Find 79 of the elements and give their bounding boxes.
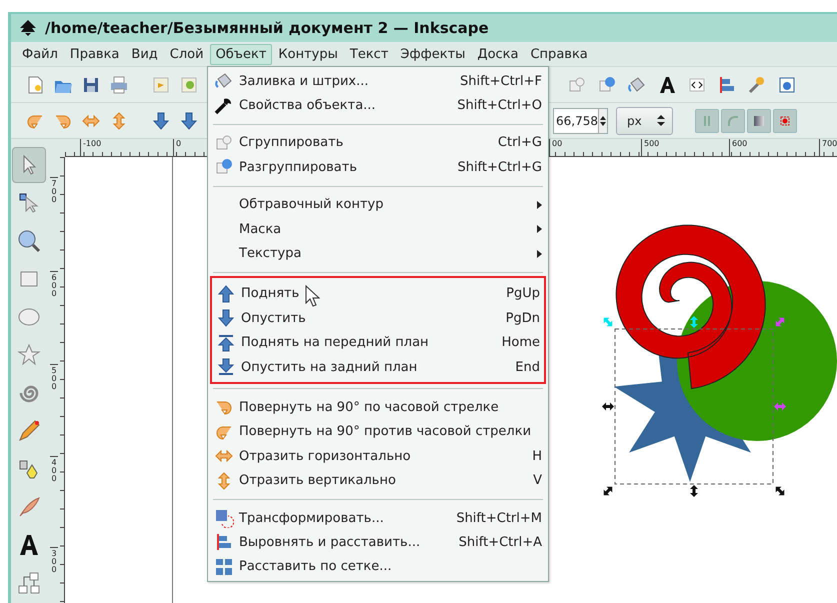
import-icon[interactable] — [151, 74, 171, 94]
menu-item[interactable]: Обтравочный контур — [210, 192, 546, 217]
app-logo-icon — [19, 19, 37, 37]
menu-item[interactable]: Файл — [16, 44, 64, 64]
submenu-arrow-icon — [537, 200, 542, 209]
menu-item[interactable]: Контуры — [272, 44, 344, 64]
ruler-label: 400 — [50, 456, 58, 483]
raise-icon — [216, 284, 236, 304]
transform-gradients-toggle[interactable] — [746, 108, 771, 132]
menu-item[interactable]: Слой — [164, 44, 210, 64]
menu-item[interactable]: Текстура — [210, 241, 546, 266]
rounded-corner-icon — [726, 114, 739, 126]
menu-item[interactable]: Повернуть на 90° против часовой стрелки — [210, 420, 546, 444]
menu-item[interactable]: Доска — [471, 44, 524, 64]
ruler-label: 500 — [641, 139, 660, 156]
menu-item[interactable]: Поднять на передний план Home — [212, 330, 544, 355]
updown-arrows-icon — [656, 114, 666, 127]
menu-item[interactable]: Расставить по сетке... — [210, 554, 546, 580]
zoom-icon — [17, 229, 41, 253]
ruler-label: 300 — [50, 547, 58, 574]
document-properties-icon[interactable] — [777, 74, 797, 94]
menu-item[interactable]: Правка — [64, 44, 126, 64]
menu-item[interactable]: Свойства объекта... Shift+Ctrl+O — [210, 93, 546, 118]
menu-item[interactable]: Поднять PgUp — [212, 282, 544, 306]
ruler-label: 500 — [50, 364, 58, 391]
ungroup-icon[interactable] — [597, 74, 617, 94]
ruler-label: 700 — [819, 139, 837, 156]
calligraphy-quill-icon — [17, 495, 41, 519]
pencil-icon — [17, 419, 41, 443]
menu-item[interactable]: Вид — [125, 44, 164, 64]
gradient-square-icon — [752, 114, 765, 126]
text-tool-icon — [17, 533, 41, 557]
submenu-arrow-icon — [537, 225, 542, 234]
ruler-label: 700 — [50, 177, 58, 204]
window-title: /home/teacher/Безымянный документ 2 — Inkscape — [45, 19, 489, 37]
menu-item[interactable]: Трансформировать... Shift+Ctrl+M — [210, 506, 546, 530]
text-icon[interactable] — [657, 74, 677, 94]
lower-to-bottom-icon — [216, 357, 236, 378]
unit-select[interactable]: px — [616, 106, 673, 134]
menu-item[interactable]: Справка — [524, 44, 594, 64]
menu-item[interactable]: Отразить горизонтально H — [210, 444, 546, 468]
ruler-label: -100 — [80, 139, 102, 156]
menu-item[interactable]: Опустить на задний план End — [212, 354, 544, 380]
scale-corners-toggle[interactable] — [720, 108, 745, 132]
connector-tool-icon — [17, 571, 41, 595]
align-icon — [214, 532, 234, 552]
menu-item[interactable]: Выровнять и расставить... Shift+Ctrl+A — [210, 530, 546, 555]
menu-item[interactable]: Повернуть на 90° по часовой стрелке — [210, 395, 546, 420]
menu-item[interactable]: Эффекты — [394, 44, 472, 64]
group-icon[interactable] — [567, 74, 587, 94]
node-tool-icon — [17, 191, 41, 215]
transform-patterns-toggle[interactable] — [772, 108, 797, 132]
ruler-label: 600 — [729, 139, 748, 156]
export-icon[interactable] — [179, 74, 199, 94]
menu-item[interactable]: Опустить PgDn — [212, 306, 544, 331]
mouse-pointer-icon — [305, 285, 321, 307]
menu-item[interactable]: Сгруппировать Ctrl+G — [210, 130, 546, 156]
raise-to-top-icon — [216, 332, 236, 353]
lower-icon — [216, 308, 236, 328]
align-icon[interactable] — [717, 74, 737, 94]
star-tool-icon — [17, 343, 41, 367]
selection-target-icon — [778, 114, 792, 128]
ruler-label: 600 — [50, 271, 58, 298]
ruler-label: 0 — [173, 139, 182, 156]
scale-stroke-toggle[interactable] — [694, 108, 719, 132]
selection-box[interactable] — [602, 316, 786, 497]
menu-item[interactable]: Разгруппировать Shift+Ctrl+G — [210, 155, 546, 180]
grid-arrange-icon — [214, 556, 234, 577]
bars-icon — [702, 114, 712, 126]
menu-item[interactable]: Текст — [344, 44, 394, 64]
print-icon[interactable] — [109, 74, 129, 94]
submenu-arrow-icon — [537, 250, 542, 258]
menu-item[interactable]: Объект — [210, 44, 272, 64]
menu-item[interactable]: Маска — [210, 216, 546, 242]
lower-icon[interactable] — [151, 110, 171, 130]
menu-item[interactable]: Отразить вертикально V — [210, 468, 546, 493]
transform-icon — [214, 508, 234, 528]
x-coordinate-field[interactable]: 66,758 — [553, 108, 608, 134]
lower-icon[interactable] — [179, 110, 199, 130]
